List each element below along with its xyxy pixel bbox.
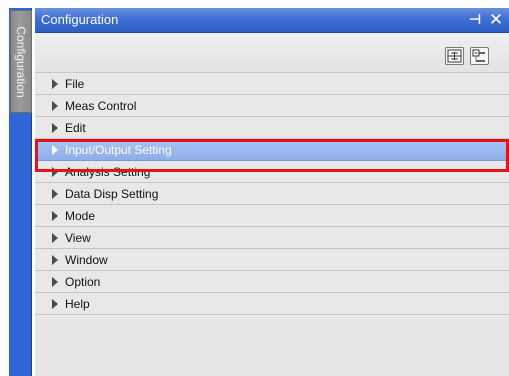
tree-item-window[interactable]: Window <box>35 249 509 271</box>
tree-item-option[interactable]: Option <box>35 271 509 293</box>
tree-item-label: View <box>65 231 91 245</box>
config-tree: File Meas Control Edit Input/Output Sett… <box>35 73 509 315</box>
tree-item-label: Input/Output Setting <box>65 143 172 157</box>
tree-item-mode[interactable]: Mode <box>35 205 509 227</box>
configuration-panel: Configuration ⊣ ✕ File Meas Control Edit… <box>35 8 509 376</box>
close-icon[interactable]: ✕ <box>487 10 505 30</box>
expand-arrow-icon <box>52 211 58 221</box>
tree-item-label: Edit <box>65 121 86 135</box>
tree-item-view[interactable]: View <box>35 227 509 249</box>
expand-arrow-icon <box>52 233 58 243</box>
panel-toolbar <box>35 33 509 73</box>
tree-item-label: Analysis Setting <box>65 165 151 179</box>
tree-item-label: Data Disp Setting <box>65 187 159 201</box>
expand-arrow-icon <box>52 79 58 89</box>
tree-item-label: File <box>65 77 85 91</box>
expand-arrow-icon <box>52 189 58 199</box>
tree-item-label: Mode <box>65 209 96 223</box>
side-tab-configuration[interactable]: Configuration <box>10 10 32 113</box>
collapse-all-icon <box>472 49 485 62</box>
pin-icon[interactable]: ⊣ <box>466 10 484 30</box>
panel-title-bar[interactable]: Configuration ⊣ ✕ <box>35 8 509 33</box>
tree-item-file[interactable]: File <box>35 73 509 95</box>
expand-all-icon <box>447 49 462 63</box>
tree-item-analysis-setting[interactable]: Analysis Setting <box>35 161 509 183</box>
tree-item-label: Meas Control <box>65 99 137 113</box>
top-margin <box>0 0 509 8</box>
tree-item-label: Option <box>65 275 101 289</box>
expand-arrow-icon <box>52 167 58 177</box>
expand-all-button[interactable] <box>445 47 464 65</box>
tree-item-help[interactable]: Help <box>35 293 509 315</box>
side-tab-label: Configuration <box>14 25 28 98</box>
expand-arrow-icon <box>52 123 58 133</box>
expand-arrow-icon <box>52 145 58 155</box>
expand-arrow-icon <box>52 255 58 265</box>
tree-item-data-disp-setting[interactable]: Data Disp Setting <box>35 183 509 205</box>
expand-arrow-icon <box>52 299 58 309</box>
tree-item-input-output-setting[interactable]: Input/Output Setting <box>35 139 509 161</box>
window-frame: Configuration Configuration ⊣ ✕ File Mea… <box>0 0 509 376</box>
tree-item-label: Window <box>65 253 108 267</box>
tree-item-meas-control[interactable]: Meas Control <box>35 95 509 117</box>
collapse-all-button[interactable] <box>470 47 489 65</box>
panel-title: Configuration <box>41 12 119 27</box>
tree-item-edit[interactable]: Edit <box>35 117 509 139</box>
left-margin <box>0 8 9 376</box>
expand-arrow-icon <box>52 101 58 111</box>
expand-arrow-icon <box>52 277 58 287</box>
tree-item-label: Help <box>65 297 90 311</box>
